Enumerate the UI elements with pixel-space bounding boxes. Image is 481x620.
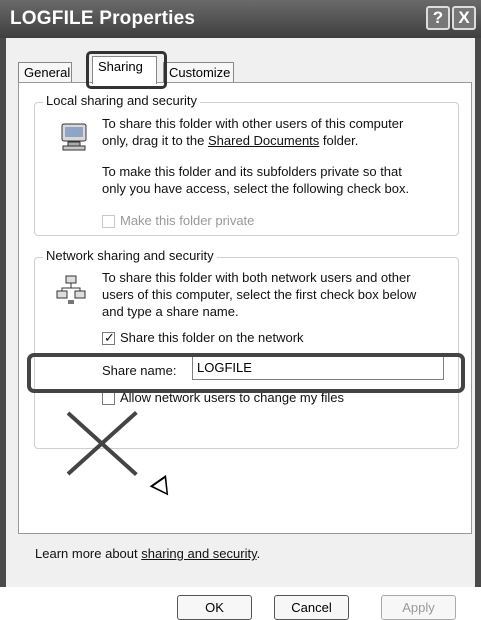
network-sharing-text-line2: users of this computer, select the first… (102, 287, 417, 302)
network-sharing-group-title: Network sharing and security (43, 248, 217, 263)
tab-general[interactable]: General (18, 62, 72, 83)
tab-customize[interactable]: Customize (163, 62, 234, 83)
network-sharing-text-line3: and type a share name. (102, 304, 239, 319)
ok-button[interactable]: OK (177, 595, 252, 620)
share-folder-highlight (27, 353, 465, 393)
title-bar: LOGFILE Properties ? X (0, 0, 481, 38)
learn-more-prefix: Learn more about (35, 546, 142, 561)
local-sharing-group-title: Local sharing and security (43, 93, 201, 108)
local-sharing-text-line1: To share this folder with other users of… (102, 116, 404, 131)
private-folder-text-line2: only you have access, select the followi… (102, 181, 410, 196)
local-sharing-text-line2-suffix: folder. (319, 133, 359, 148)
sharing-tab-highlight (86, 51, 167, 89)
computer-share-icon (61, 123, 87, 151)
learn-more-text: Learn more about sharing and security. (35, 546, 260, 561)
apply-button[interactable]: Apply (381, 595, 456, 620)
close-button[interactable]: X (452, 6, 476, 30)
shared-documents-link[interactable]: Shared Documents (208, 133, 319, 148)
cancel-button[interactable]: Cancel (274, 595, 349, 620)
dialog-client-area: General Sharing Customize Local sharing … (6, 38, 475, 620)
learn-more-suffix: . (256, 546, 261, 561)
share-folder-checkbox[interactable] (102, 330, 115, 346)
logfile-properties-window: LOGFILE Properties ? X General Sharing C… (0, 0, 481, 620)
help-button[interactable]: ? (426, 6, 450, 30)
window-title: LOGFILE Properties (10, 8, 196, 29)
local-sharing-text-line2: only, drag it to the Shared Documents fo… (102, 132, 358, 149)
network-share-icon (56, 275, 86, 304)
allow-change-checkbox[interactable] (102, 392, 115, 405)
sharing-security-link[interactable]: sharing and security (141, 546, 256, 561)
local-sharing-text-line2-prefix: only, drag it to the (102, 133, 208, 148)
network-sharing-text-line1: To share this folder with both network u… (102, 270, 411, 285)
private-folder-text-line1: To make this folder and its subfolders p… (102, 164, 402, 179)
share-folder-label: Share this folder on the network (120, 330, 304, 345)
make-private-checkbox[interactable] (102, 215, 115, 228)
make-private-label: Make this folder private (120, 213, 255, 228)
